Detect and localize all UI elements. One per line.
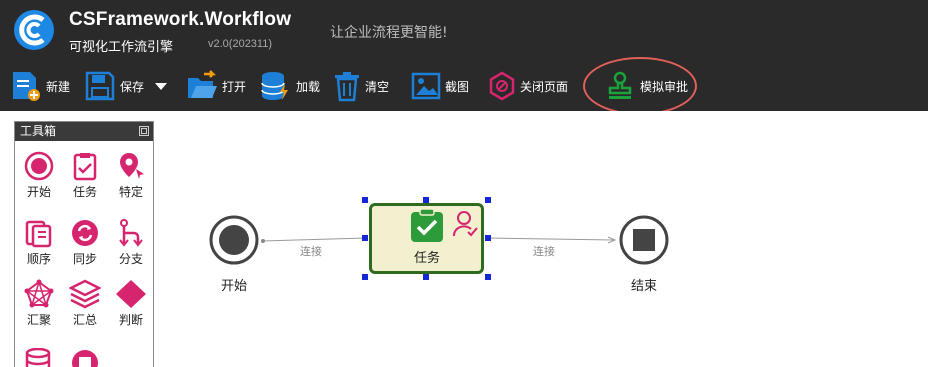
resize-handle-w[interactable] bbox=[362, 235, 368, 241]
start-node-label: 开始 bbox=[221, 279, 248, 294]
resize-handle-sw[interactable] bbox=[362, 274, 368, 280]
edge-label-2: 连接 bbox=[533, 245, 555, 258]
end-node[interactable] bbox=[618, 214, 670, 266]
edge-start-to-task bbox=[261, 237, 367, 242]
resize-handle-n[interactable] bbox=[423, 197, 429, 203]
resize-handle-e[interactable] bbox=[485, 235, 491, 241]
end-node-label: 结束 bbox=[631, 279, 658, 294]
edge-task-to-end bbox=[487, 237, 615, 241]
task-clipboard-icon bbox=[411, 208, 443, 242]
task-node[interactable]: 任务 bbox=[369, 203, 484, 274]
resize-handle-ne[interactable] bbox=[485, 197, 491, 203]
resize-handle-se[interactable] bbox=[485, 274, 491, 280]
start-node[interactable] bbox=[208, 214, 260, 266]
diagram-edges bbox=[261, 236, 617, 244]
resize-handle-nw[interactable] bbox=[362, 197, 368, 203]
assignee-user-icon bbox=[453, 211, 478, 237]
workflow-app: CSFramework.Workflow 可视化工作流引擎 v2.0(20231… bbox=[0, 0, 928, 367]
edge-label-1: 连接 bbox=[300, 245, 322, 258]
task-node-label: 任务 bbox=[414, 251, 441, 266]
resize-handle-s[interactable] bbox=[423, 274, 429, 280]
